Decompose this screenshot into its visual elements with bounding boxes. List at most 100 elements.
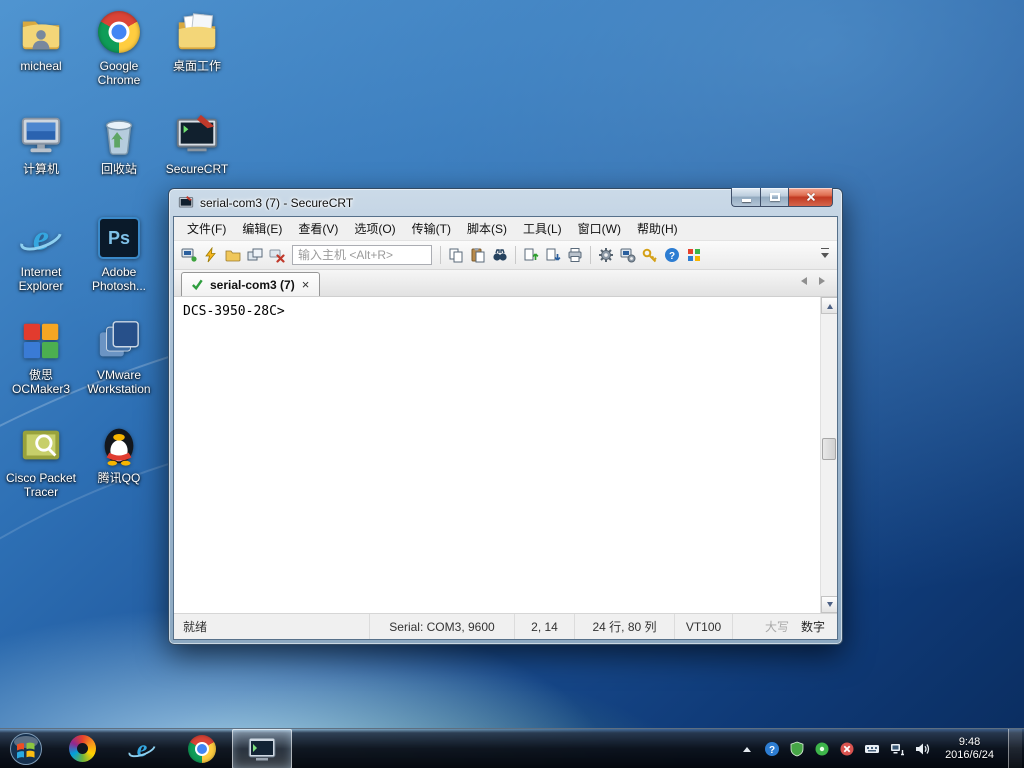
start-button[interactable] [0, 729, 52, 768]
minimize-button[interactable] [731, 188, 760, 207]
toolbar-separator [590, 246, 591, 264]
menu-edit[interactable]: 编辑(E) [234, 217, 290, 240]
session-options-button[interactable] [617, 244, 639, 266]
toolbar-separator [440, 246, 441, 264]
status-spacer [733, 614, 759, 639]
sogou-browser-icon [68, 735, 96, 762]
internet-explorer-icon: e [128, 736, 156, 762]
options-button[interactable] [595, 244, 617, 266]
toolbar-overflow-button[interactable] [817, 243, 833, 267]
taskbar-app-internet-explorer[interactable]: e [112, 729, 172, 768]
tray-help-icon[interactable]: ? [763, 740, 781, 758]
desktop-icon-computer[interactable]: 计算机 [2, 109, 80, 212]
minimize-icon [741, 198, 751, 202]
desktop-icon-label: Cisco Packet Tracer [5, 471, 77, 499]
tab-scroll-left-button[interactable] [797, 277, 807, 285]
close-icon [805, 191, 817, 203]
paste-button[interactable] [467, 244, 489, 266]
chrome-icon [188, 734, 216, 763]
help-button[interactable]: ? [661, 244, 683, 266]
status-serial-connection: Serial: COM3, 9600 [370, 614, 515, 639]
tab-scroll-controls [797, 277, 829, 285]
clock-time: 9:48 [958, 735, 981, 748]
show-desktop-button[interactable] [1008, 728, 1022, 768]
terminal-prompt: DCS-3950-28C> [183, 304, 285, 319]
tray-security-icon[interactable] [788, 740, 806, 758]
print-button[interactable] [564, 244, 586, 266]
status-cursor-position: 2, 14 [515, 614, 575, 639]
taskbar-app-securecrt-active[interactable] [232, 728, 292, 768]
menu-script[interactable]: 脚本(S) [459, 217, 515, 240]
host-input[interactable] [292, 245, 432, 265]
window-titlebar[interactable]: serial-com3 (7) - SecureCRT [169, 188, 842, 216]
session-manager-button[interactable] [222, 244, 244, 266]
arrow-up-icon [826, 301, 833, 309]
desktop-icon-recycle-bin[interactable]: 回收站 [80, 109, 158, 212]
status-num-indicator: 数字 [801, 620, 826, 634]
desktop-icon-cisco-packet-tracer[interactable]: Cisco Packet Tracer [2, 418, 80, 521]
quick-connect-button[interactable] [200, 244, 222, 266]
menu-transfer[interactable]: 传输(T) [404, 217, 459, 240]
tray-volume-icon[interactable] [913, 740, 931, 758]
close-button[interactable] [788, 188, 833, 207]
tray-network-icon[interactable] [888, 740, 906, 758]
tab-scroll-right-button[interactable] [819, 277, 829, 285]
puzzle-icon [17, 317, 65, 365]
menu-window[interactable]: 窗口(W) [570, 217, 629, 240]
session-tab-active[interactable]: serial-com3 (7) × [181, 272, 321, 296]
desktop-icon-label: Adobe Photosh... [91, 265, 147, 293]
svg-text:e: e [137, 736, 148, 762]
desktop-icon-vmware[interactable]: VMware Workstation [80, 315, 158, 418]
scroll-down-button[interactable] [821, 596, 837, 613]
menu-file[interactable]: 文件(F) [179, 217, 234, 240]
chevron-up-icon [743, 743, 752, 752]
status-caps-indicator: 大写 [765, 620, 790, 634]
desktop-icon-photoshop[interactable]: Ps Adobe Photosh... [80, 212, 158, 315]
securecrt-icon [173, 111, 221, 159]
key-agent-button[interactable] [639, 244, 661, 266]
tray-online-status-icon[interactable] [813, 740, 831, 758]
securecrt-window: serial-com3 (7) - SecureCRT 文件(F) 编辑(E) … [168, 188, 843, 645]
terminal-scrollbar[interactable] [820, 297, 837, 613]
desktop-icon-desktop-work-folder[interactable]: 桌面工作 [158, 6, 236, 109]
disconnect-button[interactable] [266, 244, 288, 266]
desktop-icon-internet-explorer[interactable]: e Internet Explorer [2, 212, 80, 315]
tab-close-button[interactable]: × [301, 278, 311, 291]
scrollbar-thumb[interactable] [822, 438, 836, 461]
taskbar-app-sogou[interactable] [52, 729, 112, 768]
clone-session-button[interactable] [244, 244, 266, 266]
chrome-icon [95, 8, 143, 56]
tray-input-method-icon[interactable] [863, 740, 881, 758]
desktop-icon-label: SecureCRT [165, 162, 229, 176]
download-button[interactable] [542, 244, 564, 266]
app-grid-button[interactable] [683, 244, 705, 266]
menu-options[interactable]: 选项(O) [346, 217, 403, 240]
folder-icon [173, 8, 221, 56]
upload-button[interactable] [520, 244, 542, 266]
menu-tools[interactable]: 工具(L) [515, 217, 570, 240]
maximize-button[interactable] [760, 188, 788, 207]
find-button[interactable] [489, 244, 511, 266]
terminal-area[interactable]: DCS-3950-28C> [174, 297, 837, 613]
scrollbar-track[interactable] [821, 314, 837, 596]
copy-button[interactable] [445, 244, 467, 266]
taskbar-clock[interactable]: 9:48 2016/6/24 [938, 736, 1001, 762]
desktop-icon-label: VMware Workstation [87, 368, 151, 396]
desktop-icon-qq[interactable]: 腾讯QQ [80, 418, 158, 521]
hidden-icons-chevron[interactable] [738, 740, 756, 758]
tray-error-status-icon[interactable] [838, 740, 856, 758]
desktop: micheal 计算机 e Internet Explorer 傲思 OCMak… [0, 0, 1024, 768]
desktop-icon-ocmaker[interactable]: 傲思 OCMaker3 [2, 315, 80, 418]
menu-help[interactable]: 帮助(H) [629, 217, 686, 240]
desktop-icon-label: 计算机 [22, 162, 59, 176]
taskbar-app-chrome[interactable] [172, 729, 232, 768]
svg-text:?: ? [669, 251, 675, 262]
desktop-icon-google-chrome[interactable]: Google Chrome [80, 6, 158, 109]
connect-button[interactable] [178, 244, 200, 266]
overflow-icon [821, 247, 829, 250]
desktop-icon-micheal[interactable]: micheal [2, 6, 80, 109]
scroll-up-button[interactable] [821, 297, 837, 314]
clock-date: 2016/6/24 [945, 748, 994, 761]
taskbar: e ? 9:48 2016/6/24 [0, 728, 1024, 768]
menu-view[interactable]: 查看(V) [290, 217, 346, 240]
